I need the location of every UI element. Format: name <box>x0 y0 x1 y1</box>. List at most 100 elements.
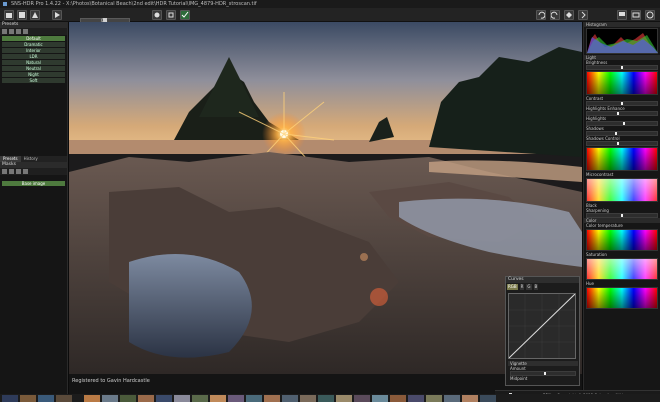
filmstrip-thumb[interactable] <box>102 395 118 402</box>
filmstrip-thumb[interactable] <box>318 395 334 402</box>
filmstrip-thumb[interactable] <box>228 395 244 402</box>
preset-interior[interactable]: Interior <box>2 48 65 53</box>
channel-rgb[interactable]: RGB <box>507 284 518 290</box>
microcontrast-label: Microcontrast <box>586 172 614 177</box>
right-panel: Histogram Light Brightness Contrast High… <box>583 22 660 394</box>
preset-soft[interactable]: Soft <box>2 78 65 83</box>
filmstrip-thumb[interactable] <box>84 395 100 402</box>
save-preset-icon[interactable] <box>9 29 14 34</box>
contrast-slider[interactable] <box>586 101 658 106</box>
curve-channels: RGB R G B <box>506 283 579 291</box>
filmstrip-thumb[interactable] <box>56 395 72 402</box>
preset-natural[interactable]: Natural <box>2 60 65 65</box>
sharpening-slider[interactable] <box>586 213 658 218</box>
masks-toolbar <box>0 168 67 175</box>
filmstrip-thumb[interactable] <box>444 395 460 402</box>
filmstrip-thumb[interactable] <box>282 395 298 402</box>
registration-text: Registered to Gavin Hardcastle <box>72 378 150 384</box>
channel-r[interactable]: R <box>519 284 525 290</box>
base-image-layer[interactable]: Base image <box>2 181 65 186</box>
filmstrip-thumb[interactable] <box>138 395 154 402</box>
monitor-button[interactable] <box>617 10 627 20</box>
eraser-icon[interactable] <box>16 169 21 174</box>
import-preset-icon[interactable] <box>23 29 28 34</box>
filmstrip-thumb[interactable] <box>174 395 190 402</box>
green-action-button[interactable] <box>180 10 190 20</box>
filmstrip-thumb[interactable] <box>264 395 280 402</box>
preset-neutral[interactable]: Neutral <box>2 66 65 71</box>
light-color-gradient[interactable] <box>586 71 658 95</box>
filmstrip-thumb[interactable] <box>120 395 136 402</box>
preset-night[interactable]: Night <box>2 72 65 77</box>
folder-icon <box>6 13 12 18</box>
play-icon <box>55 12 60 18</box>
curve-line <box>508 293 576 359</box>
gear-icon <box>154 12 160 18</box>
filmstrip-thumb[interactable] <box>210 395 226 402</box>
filmstrip-thumb[interactable] <box>372 395 388 402</box>
undo-icon <box>538 11 545 19</box>
color-temperature-label: Color temperature <box>586 223 623 228</box>
curve-graph[interactable] <box>508 293 576 359</box>
channel-b[interactable]: B <box>533 284 539 290</box>
save-file-button[interactable] <box>17 10 27 20</box>
export-button[interactable] <box>30 10 40 20</box>
highlight-enhance-slider[interactable] <box>586 111 658 116</box>
fit-view-button[interactable] <box>564 10 574 20</box>
monitor-icon <box>619 12 625 16</box>
display-mode-button[interactable] <box>631 10 641 20</box>
brightness-slider[interactable] <box>586 65 658 70</box>
curves-panel: Curves RGB R G B Vignette Amount Midpoin… <box>505 276 580 386</box>
preset-ldr[interactable]: LDR <box>2 54 65 59</box>
window-title: SNS-HDR Pro 1.4.22 - X:\Photos\Botanical… <box>11 1 257 7</box>
filmstrip-thumb[interactable] <box>426 395 442 402</box>
add-mask-icon[interactable] <box>2 169 7 174</box>
checkmark-icon <box>181 11 189 18</box>
open-file-button[interactable] <box>4 10 14 20</box>
saturation-gradient[interactable] <box>586 258 658 280</box>
diamond-icon <box>566 12 572 18</box>
shadows-slider[interactable] <box>586 131 658 136</box>
settings-button[interactable] <box>152 10 162 20</box>
filmstrip-thumb[interactable] <box>38 395 54 402</box>
filmstrip-thumb[interactable] <box>336 395 352 402</box>
tab-history[interactable]: History <box>21 156 41 162</box>
saturation-label: Saturation <box>586 252 607 257</box>
filmstrip-thumb[interactable] <box>408 395 424 402</box>
filmstrip-thumb[interactable] <box>246 395 262 402</box>
filmstrip-thumb[interactable] <box>156 395 172 402</box>
filmstrip-thumb[interactable] <box>20 395 36 402</box>
filmstrip-thumb[interactable] <box>354 395 370 402</box>
redo-button[interactable] <box>550 10 560 20</box>
shadows-color-gradient[interactable] <box>586 147 658 171</box>
color-temperature-gradient[interactable] <box>586 229 658 251</box>
filmstrip-thumb[interactable] <box>390 395 406 402</box>
histogram-graph <box>587 33 658 53</box>
next-button[interactable] <box>578 10 588 20</box>
preset-dramatic[interactable]: Dramatic <box>2 42 65 47</box>
shadows-control-slider[interactable] <box>586 141 658 146</box>
vignette-section: Vignette Amount Midpoint <box>508 361 578 381</box>
hue-gradient[interactable] <box>586 287 658 309</box>
crop-button[interactable] <box>166 10 176 20</box>
play-button[interactable] <box>52 10 62 20</box>
toolbar: 0% <box>0 8 660 24</box>
delete-mask-icon[interactable] <box>23 169 28 174</box>
brush-icon[interactable] <box>9 169 14 174</box>
filmstrip-thumb[interactable] <box>2 395 18 402</box>
channel-g[interactable]: G <box>526 284 532 290</box>
filmstrip-thumb[interactable] <box>300 395 316 402</box>
new-preset-icon[interactable] <box>2 29 7 34</box>
undo-button[interactable] <box>536 10 546 20</box>
filmstrip-thumb[interactable] <box>462 395 478 402</box>
info-button[interactable] <box>645 10 655 20</box>
presets-toolbar <box>0 28 67 35</box>
microcontrast-gradient[interactable] <box>586 178 658 202</box>
filmstrip-thumb[interactable] <box>192 395 208 402</box>
preset-default[interactable]: Default <box>2 36 65 41</box>
filmstrip-thumb[interactable] <box>480 395 496 402</box>
amount-slider[interactable] <box>510 371 576 376</box>
delete-preset-icon[interactable] <box>16 29 21 34</box>
highlights-slider[interactable] <box>586 121 658 126</box>
hue-label: Hue <box>586 281 595 286</box>
